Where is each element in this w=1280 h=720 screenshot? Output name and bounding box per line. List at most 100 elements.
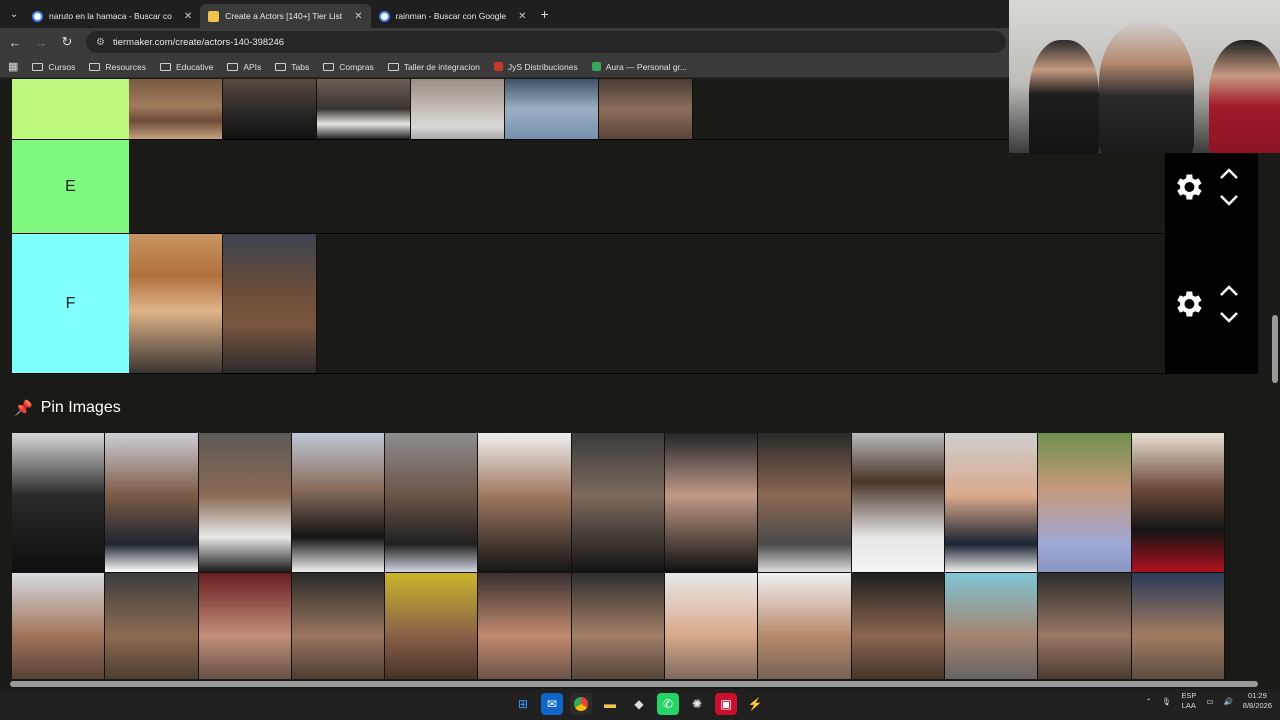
actor-thumbnail[interactable] <box>1131 573 1225 679</box>
language-indicator[interactable]: ESP LAA <box>1181 691 1196 711</box>
back-icon[interactable]: ← <box>4 35 26 50</box>
bookmark-jys[interactable]: JyS Distribuciones <box>493 61 578 72</box>
actor-thumbnail[interactable] <box>223 234 317 373</box>
site-icon <box>591 62 601 71</box>
tier-row-e: E <box>12 140 1258 234</box>
chrome-icon[interactable] <box>570 693 592 715</box>
folder-icon <box>32 62 44 71</box>
close-icon[interactable]: ✕ <box>518 11 526 22</box>
bookmark-resources[interactable]: Resources <box>89 62 146 72</box>
gear-icon[interactable] <box>1171 170 1205 204</box>
actor-thumbnail[interactable] <box>478 573 572 679</box>
actor-thumbnail[interactable] <box>665 573 759 679</box>
whatsapp-icon[interactable]: ✆ <box>657 693 679 715</box>
bookmark-educative[interactable]: Educative <box>159 62 213 72</box>
actor-thumbnail[interactable] <box>758 573 852 679</box>
actor-thumbnail[interactable] <box>291 573 386 679</box>
forward-icon[interactable]: → <box>30 35 52 50</box>
bookmark-apis[interactable]: APIs <box>227 62 261 72</box>
network-icon[interactable]: ▭ <box>1206 697 1213 706</box>
actor-thumbnail[interactable] <box>478 433 572 573</box>
scrollbar-thumb[interactable] <box>1272 315 1278 383</box>
actor-thumbnail[interactable] <box>12 573 106 679</box>
actor-thumbnail[interactable] <box>385 573 479 679</box>
actor-thumbnail[interactable] <box>198 433 292 573</box>
actor-thumbnail[interactable] <box>1131 433 1225 573</box>
chevron-up-icon[interactable] <box>1219 167 1239 180</box>
close-icon[interactable]: ✕ <box>184 11 192 22</box>
url-text: tiermaker.com/create/actors-140-398246 <box>112 36 285 48</box>
chevron-up-icon[interactable]: ⌃ <box>1146 697 1152 706</box>
actor-thumbnail[interactable] <box>571 573 666 679</box>
actor-thumbnail[interactable] <box>317 79 411 139</box>
windows-start-icon[interactable]: ⊞ <box>512 693 534 715</box>
tier-controls <box>1165 234 1258 373</box>
actor-thumbnail[interactable] <box>571 433 666 573</box>
outlook-icon[interactable]: ✉ <box>541 693 563 715</box>
chevron-up-icon[interactable] <box>1219 284 1239 297</box>
actor-thumbnail[interactable] <box>223 79 317 139</box>
gear-icon[interactable] <box>1171 287 1205 321</box>
tab-0[interactable]: naruto en la hamaca - Buscar co ✕ <box>24 4 200 28</box>
actor-thumbnail[interactable] <box>665 433 759 573</box>
apps-grid-icon[interactable]: ▦ <box>8 60 18 73</box>
actor-thumbnail[interactable] <box>411 79 505 139</box>
bookmark-tabs[interactable]: Tabs <box>275 62 309 72</box>
new-tab-icon[interactable]: + <box>541 6 549 22</box>
bookmark-taller[interactable]: Taller de integracion <box>387 62 480 72</box>
app-icon[interactable]: ⚡ <box>744 693 766 715</box>
actor-thumbnail[interactable] <box>851 573 945 679</box>
chatgpt-icon[interactable]: ✺ <box>686 693 708 715</box>
actor-thumbnail[interactable] <box>944 573 1039 679</box>
tier-label[interactable] <box>12 79 129 139</box>
close-icon[interactable]: ✕ <box>354 11 362 22</box>
actor-thumbnail[interactable] <box>291 433 386 573</box>
vertical-scrollbar[interactable] <box>1270 79 1280 679</box>
actor-thumbnail[interactable] <box>385 433 479 573</box>
actor-thumbnail[interactable] <box>105 573 199 679</box>
chevron-down-icon[interactable] <box>1219 311 1239 323</box>
site-info-icon[interactable]: ⚙ <box>96 37 105 48</box>
tier-label[interactable]: E <box>12 140 129 233</box>
folder-icon <box>159 62 171 71</box>
bookmark-compras[interactable]: Compras <box>323 61 374 72</box>
actor-thumbnail[interactable] <box>129 79 223 139</box>
reload-icon[interactable]: ↻ <box>56 34 78 50</box>
actor-thumbnail[interactable] <box>944 433 1039 573</box>
folder-icon <box>89 62 101 71</box>
bookmark-cursos[interactable]: Cursos <box>32 62 75 72</box>
bookmark-label: Compras <box>339 61 374 72</box>
horizontal-scrollbar[interactable] <box>0 679 1280 689</box>
tab-search-icon[interactable]: ⌄ <box>4 4 24 24</box>
microphone-icon[interactable]: 🎙 <box>1162 697 1172 706</box>
app-icon[interactable]: ◆ <box>628 693 650 715</box>
chevron-down-icon[interactable] <box>1219 194 1239 206</box>
actor-thumbnail[interactable] <box>851 433 945 573</box>
actor-thumbnail[interactable] <box>105 433 199 573</box>
actor-thumbnail[interactable] <box>129 234 223 373</box>
bookmark-aura[interactable]: Aura — Personal gr... <box>591 62 687 72</box>
volume-icon[interactable]: 🔊 <box>1223 697 1232 706</box>
file-explorer-icon[interactable]: ▬ <box>599 693 621 715</box>
scrollbar-thumb[interactable] <box>10 681 1258 687</box>
actor-thumbnail[interactable] <box>758 433 852 573</box>
actor-thumbnail[interactable] <box>12 433 106 573</box>
tab-2[interactable]: rainman - Buscar con Google ✕ <box>371 4 535 28</box>
app-icon[interactable]: ▣ <box>715 693 737 715</box>
tier-label[interactable]: F <box>12 234 129 373</box>
bookmark-label: JyS Distribuciones <box>507 61 578 72</box>
folder-icon <box>227 62 239 71</box>
actor-thumbnail[interactable] <box>1038 433 1132 573</box>
tier-row-f: F <box>12 234 1258 374</box>
clock[interactable]: 01:29 8/8/2026 <box>1243 691 1272 711</box>
url-field[interactable]: ⚙ tiermaker.com/create/actors-140-398246 <box>86 31 1006 53</box>
system-tray: ⌃ 🎙 ESP LAA ▭ 🔊 01:29 8/8/2026 <box>1146 691 1272 711</box>
actor-thumbnail[interactable] <box>198 573 292 679</box>
webcam-person <box>1209 40 1280 153</box>
actor-thumbnail[interactable] <box>505 79 599 139</box>
tier-items <box>129 79 693 139</box>
tier-items <box>129 234 317 373</box>
actor-thumbnail[interactable] <box>1038 573 1132 679</box>
actor-thumbnail[interactable] <box>599 79 693 139</box>
tab-1[interactable]: Create a Actors [140+] Tier List ✕ <box>200 4 371 28</box>
